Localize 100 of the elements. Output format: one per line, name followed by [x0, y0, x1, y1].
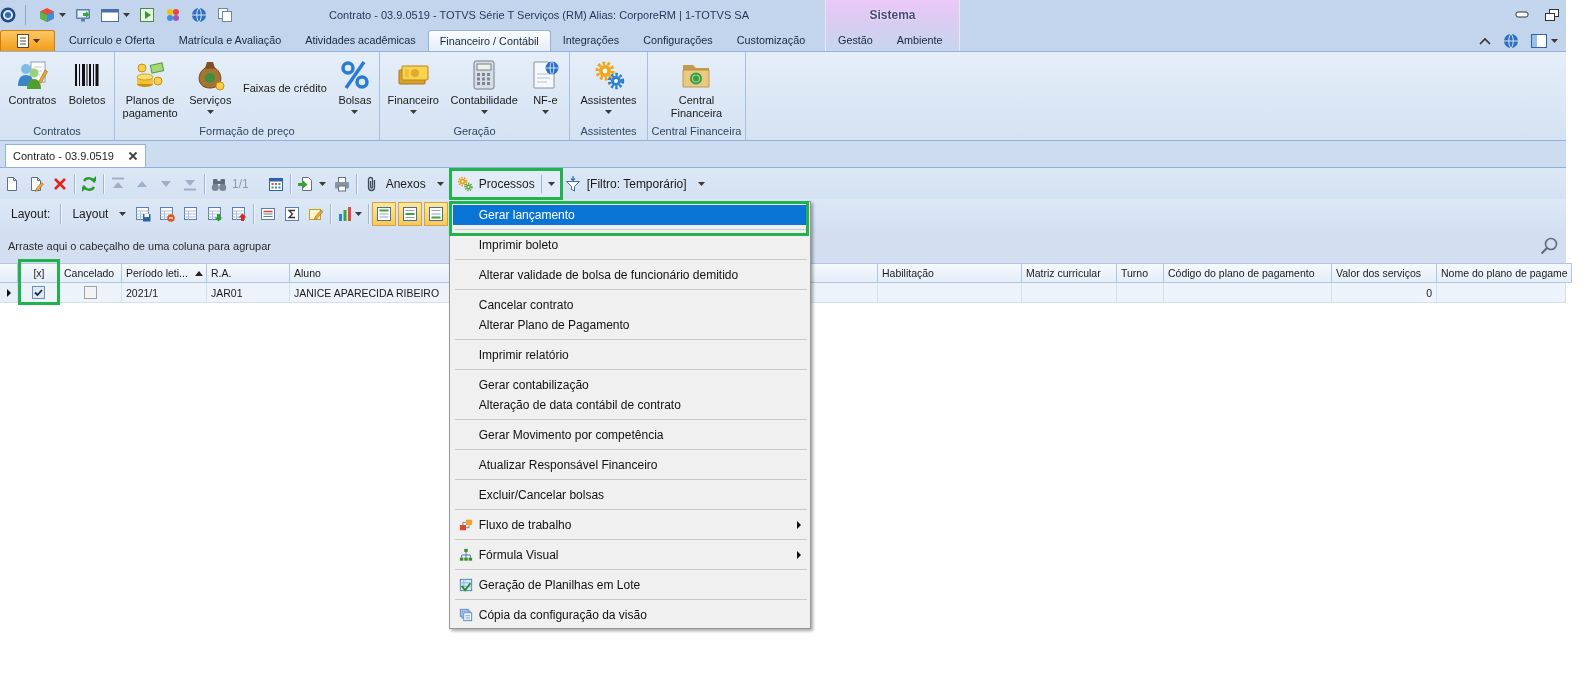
monitor-icon[interactable] [75, 7, 91, 23]
column-header[interactable]: Nome do plano de pagame [1437, 263, 1572, 283]
caret-icon [409, 110, 417, 114]
window-icon[interactable] [101, 8, 119, 22]
table-arrow-down-icon[interactable] [207, 206, 224, 222]
document-tab[interactable]: Contrato - 03.9.0519 [5, 144, 146, 167]
app-orb-icon[interactable] [0, 7, 16, 23]
globe-icon[interactable] [1503, 32, 1519, 49]
ribbon-tab[interactable]: Matrícula e Avaliação [166, 30, 294, 51]
menu-item[interactable]: Alterar Plano de Pagamento [452, 314, 807, 335]
caret-icon[interactable] [355, 212, 363, 216]
current-row-icon [6, 288, 11, 297]
minimize-button[interactable] [1515, 11, 1529, 19]
sum-icon[interactable] [284, 206, 301, 222]
caret-icon[interactable] [1551, 38, 1558, 43]
table-remove-icon[interactable] [159, 206, 176, 222]
column-header[interactable]: Matriz curricular [1022, 263, 1117, 283]
layout-toggle[interactable] [398, 202, 423, 226]
new-document-icon[interactable] [4, 175, 20, 192]
ribbon-tab[interactable]: Configurações [631, 30, 725, 51]
ribbon-button[interactable]: Contratos [4, 56, 61, 110]
menu-item[interactable]: Fórmula Visual [452, 544, 807, 565]
delete-icon[interactable] [52, 175, 68, 192]
ribbon-tab[interactable]: Gestão [826, 30, 885, 51]
ribbon-tab[interactable]: Integrações [550, 30, 632, 51]
globe-icon[interactable] [191, 7, 207, 23]
ribbon-button[interactable]: Contabilidade [446, 56, 522, 117]
menu-item[interactable]: Alteração de data contábil de contrato [452, 394, 807, 415]
table-save-icon[interactable] [135, 206, 152, 222]
panel-layout-icon[interactable] [1531, 33, 1547, 48]
ribbon-button[interactable]: NF-e [525, 56, 566, 117]
ribbon-tab[interactable]: Ambiente [884, 30, 955, 51]
caret-icon[interactable] [123, 13, 130, 17]
ribbon-group-label: Formação de preço [198, 124, 296, 139]
menu-item[interactable]: Fluxo de trabalho [452, 514, 807, 535]
refresh-icon[interactable] [81, 175, 97, 192]
ribbon-button[interactable]: Assistentes [576, 56, 641, 117]
ribbon-button[interactable]: Boletos [64, 56, 110, 110]
menu-item[interactable]: Gerar contabilização [452, 374, 807, 395]
column-header[interactable]: Período leti... [122, 263, 207, 283]
ribbon-tab[interactable]: Currículo e Oferta [57, 30, 167, 51]
caret-icon [480, 110, 488, 114]
caret-icon [206, 110, 214, 114]
table-arrow-up-icon[interactable] [231, 206, 248, 222]
caret-icon [541, 110, 549, 114]
column-header[interactable]: Valor dos serviços [1332, 263, 1437, 283]
layout-toggle[interactable] [424, 202, 449, 226]
caret-icon[interactable] [59, 13, 66, 17]
export-icon[interactable] [296, 175, 313, 192]
menu-item[interactable]: Alterar validade de bolsa de funcionário demitido [452, 264, 807, 285]
ribbon-tab[interactable]: Atividades acadêmicas [293, 30, 428, 51]
ribbon-button[interactable]: Central Financeira [666, 56, 727, 123]
gears-icon [456, 175, 473, 192]
people-icon [16, 59, 49, 91]
ribbon-button[interactable]: Financeiro [383, 56, 443, 117]
note-pencil-icon[interactable] [308, 206, 325, 222]
ribbon-button[interactable]: Serviços [185, 56, 236, 117]
menu-item[interactable]: Gerar Movimento por competência [452, 424, 807, 445]
menu-item[interactable]: Gerar lançamento [452, 204, 807, 225]
toolbar-button[interactable]: Anexos [358, 171, 449, 196]
menu-item[interactable]: Excluir/Cancelar bolsas [452, 484, 807, 505]
table-rows-icon[interactable] [260, 206, 277, 222]
ribbon-button[interactable]: Planos de pagamento [118, 56, 182, 123]
printer-icon[interactable] [333, 175, 350, 192]
ribbon-tab[interactable]: Financeiro / Contábil [427, 30, 551, 51]
split-button[interactable]: Processos [451, 170, 560, 197]
search-icon[interactable] [1540, 237, 1558, 255]
menu-item[interactable]: Geração de Planilhas em Lote [452, 574, 807, 595]
document-list-icon [15, 33, 30, 49]
table-icon[interactable] [183, 206, 200, 222]
edit-document-icon[interactable] [28, 175, 44, 192]
restore-button[interactable] [1545, 9, 1559, 21]
column-header[interactable]: R.A. [207, 263, 290, 283]
toolbar-button[interactable]: Layout [67, 203, 132, 225]
close-icon[interactable] [127, 151, 138, 161]
menu-item[interactable]: Cópia da configuração da visão [452, 604, 807, 625]
ribbon-tab[interactable]: Customização [724, 30, 818, 51]
column-header[interactable]: Turno [1117, 263, 1164, 283]
checkbox[interactable] [84, 286, 97, 299]
menu-item[interactable]: Imprimir boleto [452, 234, 807, 255]
ribbon-button[interactable]: Bolsas [334, 56, 376, 117]
record-counter: 1/1 [232, 176, 249, 191]
toolbar-button[interactable]: [Filtro: Temporário] [559, 171, 710, 196]
copy-icon[interactable] [217, 7, 233, 23]
calendar-icon[interactable] [267, 175, 284, 192]
chevron-up-icon[interactable] [1479, 36, 1491, 45]
column-header[interactable]: Código do plano de pagamento [1164, 263, 1332, 283]
application-menu-button[interactable] [0, 30, 55, 51]
table-layout-icon [376, 206, 393, 222]
column-header[interactable]: Habilitação [878, 263, 1022, 283]
menu-item[interactable]: Imprimir relatório [452, 344, 807, 365]
color-dots-icon[interactable] [165, 7, 181, 23]
menu-item[interactable]: Atualizar Responsável Financeiro [452, 454, 807, 475]
play-icon[interactable] [139, 7, 155, 23]
caret-icon[interactable] [318, 181, 326, 186]
ribbon-button[interactable]: Faixas de crédito [239, 79, 331, 98]
column-header[interactable]: Cancelado [60, 263, 122, 283]
layout-toggle[interactable] [372, 202, 397, 226]
checkbox[interactable] [32, 286, 45, 299]
caret-icon [436, 181, 444, 186]
